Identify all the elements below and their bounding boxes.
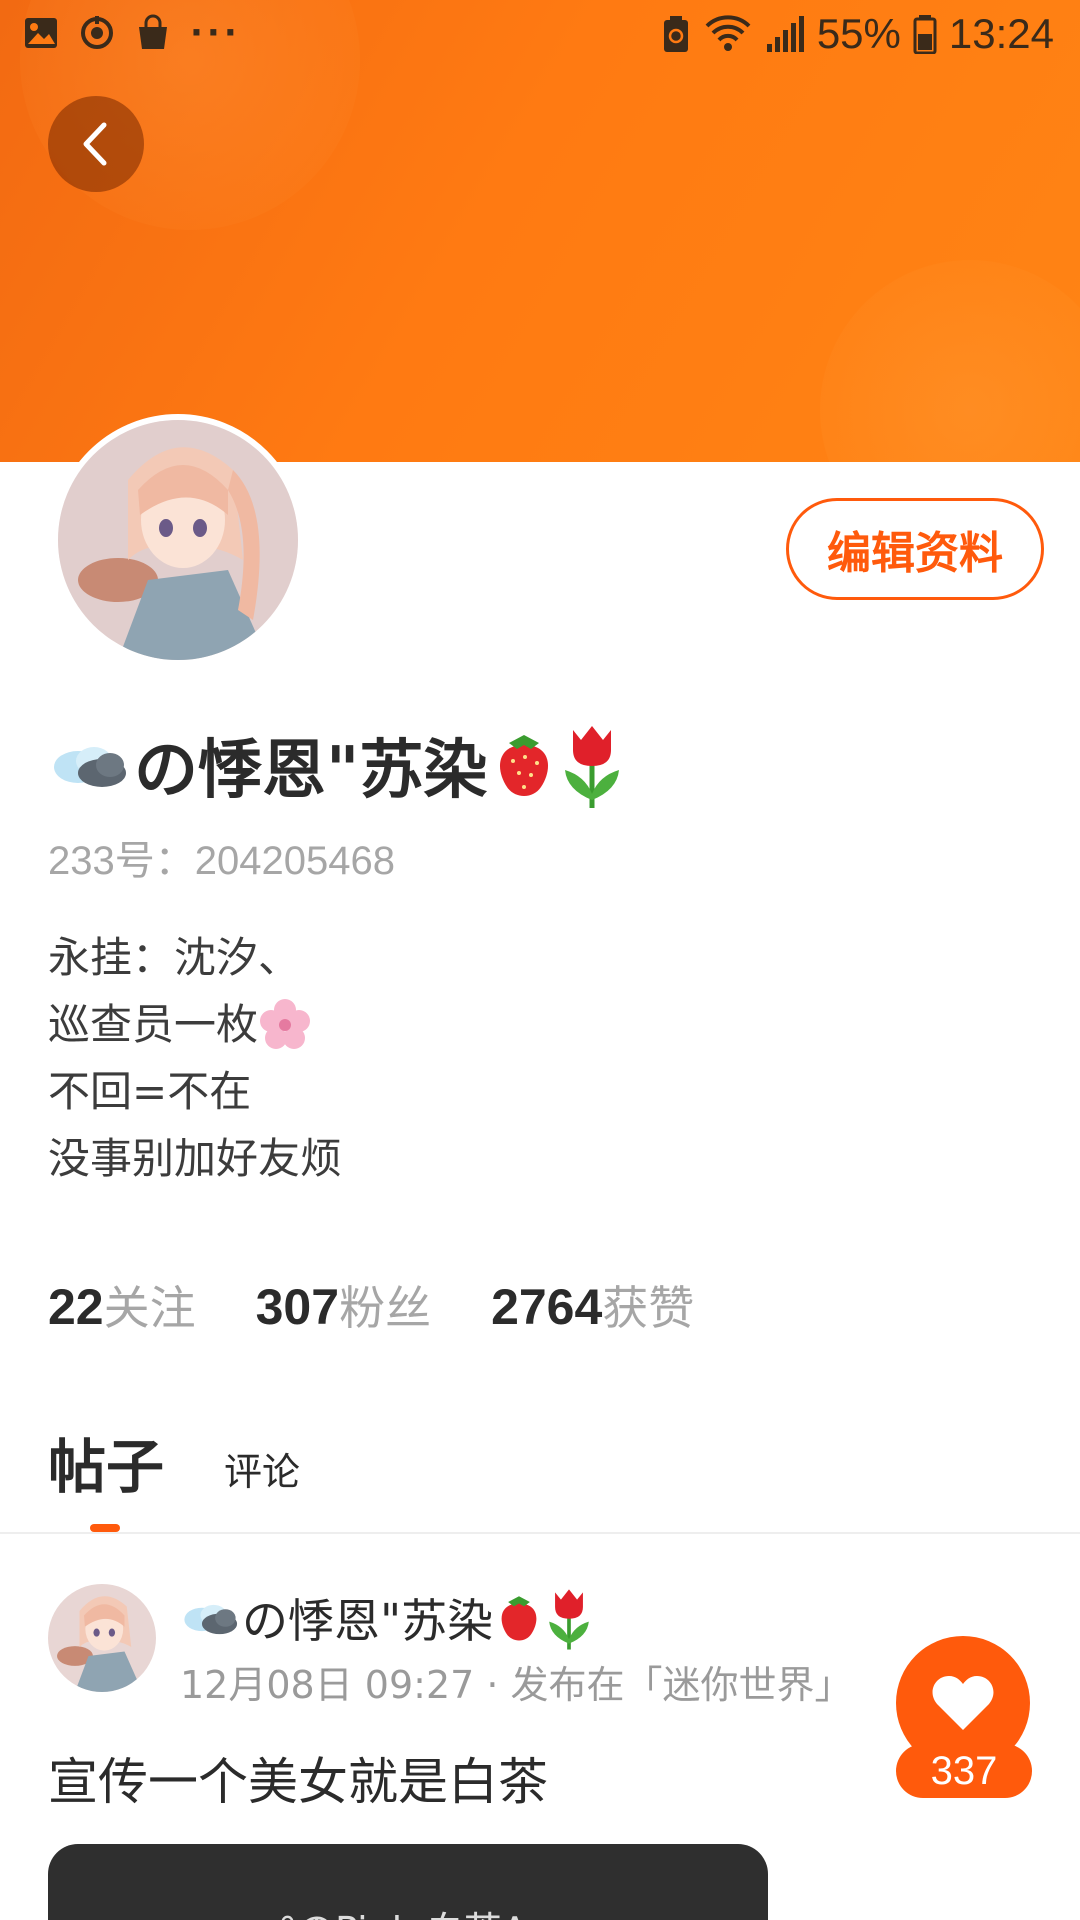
- signal-icon: [766, 16, 804, 52]
- divider: [0, 1532, 1080, 1534]
- tab-indicator: [90, 1524, 120, 1532]
- battery-saver-icon: [663, 16, 688, 52]
- like-count: 337: [896, 1744, 1032, 1798]
- more-notifications-icon: ···: [190, 13, 241, 53]
- post-image-caption: °のPink 白茶A: [278, 1900, 528, 1920]
- cloud-icon: [54, 747, 126, 787]
- chevron-left-icon: [83, 122, 107, 166]
- wifi-icon: [705, 15, 751, 51]
- heart-icon: [932, 1676, 994, 1730]
- post-author-avatar[interactable]: [48, 1584, 156, 1692]
- nickname: の悸恩"苏染: [134, 734, 488, 808]
- post-image[interactable]: °のPink 白茶A: [48, 1844, 768, 1920]
- sync-icon: [81, 16, 113, 49]
- cherry-blossom-icon: [260, 998, 311, 1049]
- post-meta: 12月08日 09:27 · 发布在「迷你世界」: [180, 1663, 853, 1707]
- post-author-name: の悸恩"苏染: [242, 1594, 494, 1648]
- user-id: 233号：204205468: [48, 839, 395, 883]
- nickname-row: の悸恩"苏染: [48, 720, 627, 810]
- profile-stats: 22 关注 307 粉丝 2764 获赞: [48, 1272, 754, 1338]
- banner-decoration: [820, 260, 1080, 462]
- content-tabs: 帖子 评论: [48, 1420, 300, 1504]
- following-count: 22: [48, 1279, 104, 1335]
- back-button[interactable]: [48, 96, 144, 192]
- followers-stat[interactable]: 307 粉丝: [256, 1272, 431, 1338]
- followers-label: 粉丝: [339, 1281, 432, 1335]
- tulip-icon: [549, 1589, 589, 1650]
- avatar-image: [48, 1584, 156, 1692]
- bio-line: 不回=不在: [48, 1067, 252, 1116]
- strawberry-icon: [500, 735, 549, 796]
- tab-posts[interactable]: 帖子: [48, 1420, 164, 1504]
- followers-count: 307: [255, 1279, 340, 1335]
- bio-line: 巡查员一枚: [48, 1000, 259, 1049]
- following-label: 关注: [103, 1281, 196, 1335]
- strawberry-icon: [501, 1596, 537, 1641]
- following-stat[interactable]: 22 关注: [48, 1272, 196, 1338]
- likes-received-count: 2764: [491, 1279, 603, 1335]
- tulip-icon: [565, 726, 620, 808]
- post-author-row[interactable]: の悸恩"苏染: [180, 1588, 595, 1650]
- likes-received-label: 获赞: [602, 1281, 695, 1335]
- status-bar: ··· 55% 13:24: [0, 0, 1080, 70]
- shopping-bag-icon: [139, 14, 167, 49]
- battery-icon: [913, 15, 937, 54]
- tab-comments[interactable]: 评论: [224, 1441, 300, 1504]
- avatar-image: [58, 420, 298, 660]
- bio: 永挂：沈汐、 巡查员一枚 不回=不在 没事别加好友烦: [48, 924, 342, 1192]
- bio-line: 永挂：沈汐、: [48, 933, 301, 982]
- gallery-icon: [25, 18, 57, 48]
- post-title[interactable]: 宣传一个美女就是白茶: [48, 1742, 548, 1814]
- avatar[interactable]: [52, 414, 304, 666]
- bio-line: 没事别加好友烦: [48, 1134, 343, 1183]
- cloud-icon: [184, 1604, 238, 1635]
- battery-percentage: 55%: [816, 10, 901, 57]
- clock: 13:24: [948, 10, 1054, 57]
- edit-profile-button[interactable]: 编辑资料: [786, 498, 1044, 600]
- likes-stat[interactable]: 2764 获赞: [491, 1272, 694, 1338]
